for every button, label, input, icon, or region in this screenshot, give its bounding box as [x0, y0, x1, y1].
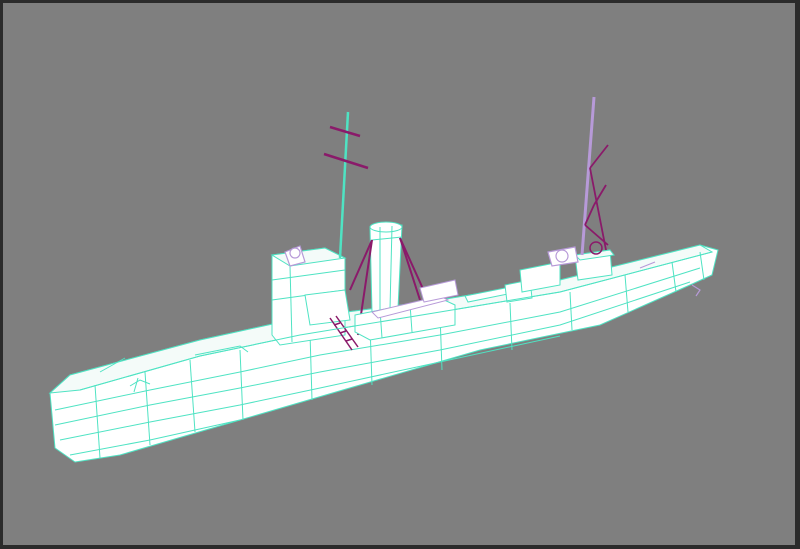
aft-equipment	[547, 246, 579, 267]
foremast	[338, 111, 350, 259]
3d-viewport[interactable]	[3, 3, 795, 545]
wireframe-model	[48, 96, 719, 463]
app-window-frame	[0, 0, 800, 549]
funnel	[369, 221, 403, 313]
